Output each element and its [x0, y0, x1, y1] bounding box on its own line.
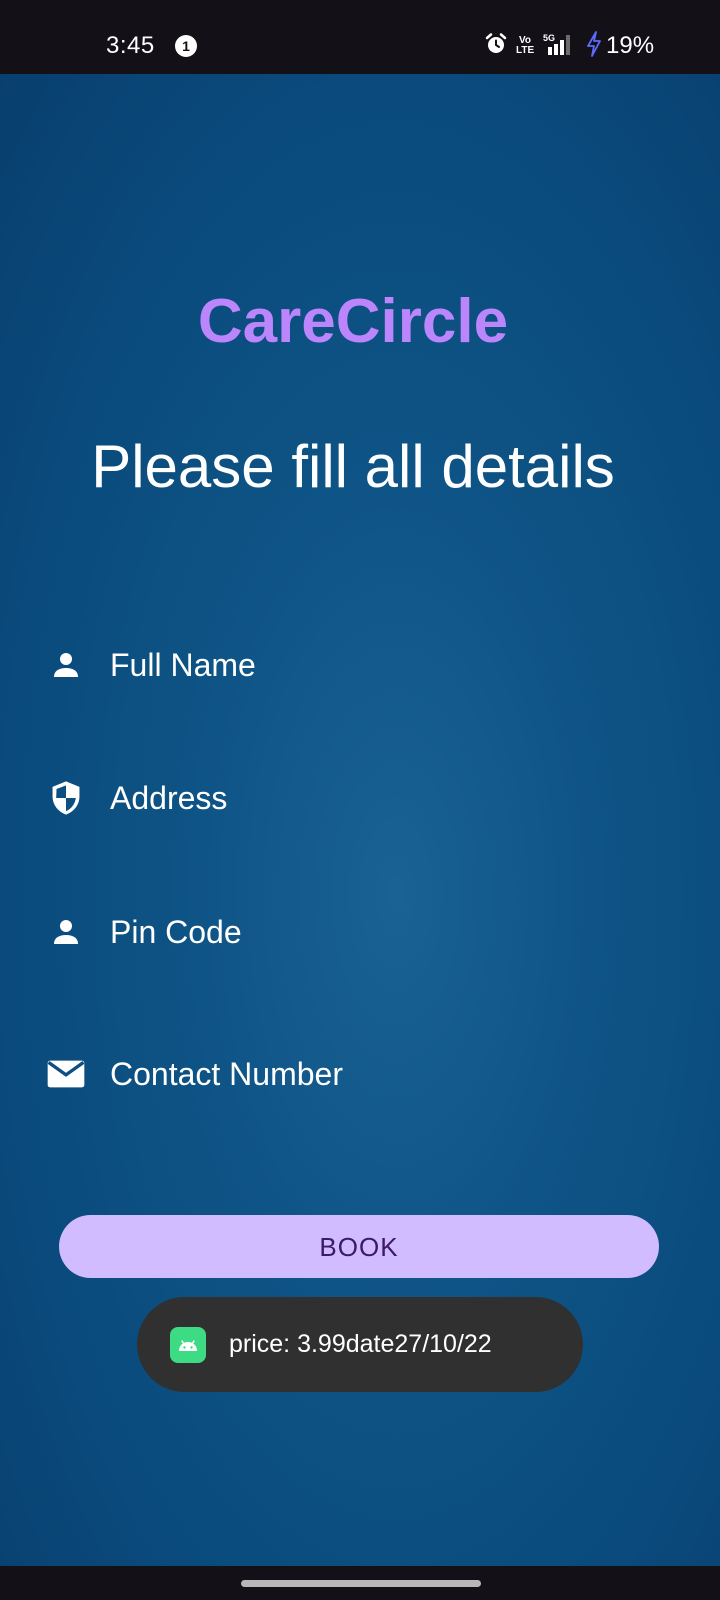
contact-number-label: Contact Number [110, 1055, 343, 1092]
notification-count-badge: 1 [175, 35, 197, 57]
status-time: 3:45 [106, 32, 155, 59]
volte-icon: Vo LTE [516, 36, 534, 56]
android-icon [170, 1326, 206, 1363]
address-label: Address [110, 779, 228, 816]
home-gesture-handle[interactable] [241, 1580, 481, 1587]
toast-message: price: 3.99date27/10/22 [229, 1330, 492, 1358]
navigation-bar [0, 1566, 720, 1600]
app-title: CareCircle [197, 287, 509, 356]
network-type-label: 5G [543, 33, 555, 43]
pin-code-label: Pin Code [110, 913, 242, 950]
toast: price: 3.99date27/10/22 [137, 1297, 583, 1392]
shield-icon [46, 778, 86, 818]
charging-icon [586, 30, 602, 62]
status-bar: 3:45 1 Vo LTE 5G 19% [0, 0, 720, 74]
person-icon [46, 912, 86, 952]
signal-icon: 5G [542, 32, 578, 61]
screen: 3:45 1 Vo LTE 5G 19% CareCircle Please f… [0, 0, 720, 1600]
alarm-icon [484, 32, 508, 61]
email-icon [46, 1054, 86, 1094]
book-button[interactable]: BOOK [59, 1215, 659, 1278]
person-icon [46, 645, 86, 685]
full-name-label: Full Name [110, 646, 256, 683]
full-name-field[interactable]: Full Name [46, 633, 666, 697]
status-icons: Vo LTE 5G 19% [484, 30, 655, 62]
address-field[interactable]: Address [46, 766, 666, 830]
battery-percentage: 19% [606, 32, 655, 59]
contact-number-field[interactable]: Contact Number [46, 1042, 666, 1106]
page-heading: Please fill all details [91, 433, 615, 500]
volte-bottom-label: LTE [516, 45, 535, 56]
pin-code-field[interactable]: Pin Code [46, 900, 666, 964]
